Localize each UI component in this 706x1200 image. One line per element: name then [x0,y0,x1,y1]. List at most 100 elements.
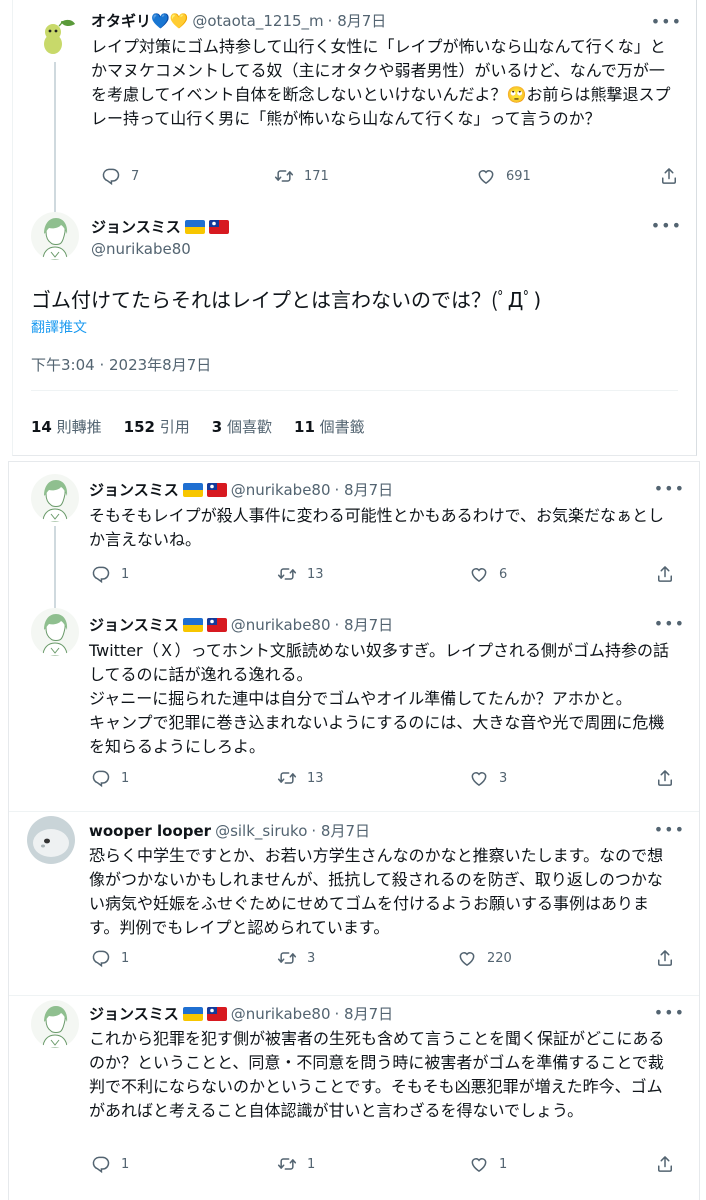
retweet-button[interactable]: 1 [277,1154,315,1174]
taiwan-flag-icon [207,483,227,497]
author-name[interactable]: ジョンスミス [89,479,179,500]
tweet-date[interactable]: · 8月7日 [311,820,370,841]
translate-link[interactable]: 翻譯推文 [31,317,87,337]
author-handle[interactable]: @nurikabe80 [231,1005,331,1023]
like-button[interactable]: 1 [469,1154,507,1174]
reply-button[interactable]: 7 [101,166,139,186]
reply-icon [91,564,111,584]
avatar[interactable] [31,212,79,260]
author-name[interactable]: ジョンスミス [91,216,181,237]
like-count: 220 [487,950,512,966]
reply-tweet[interactable]: ジョンスミス @nurikabe80 · 8月7日 ••• そもそもレイプが殺人… [9,462,699,608]
author-handle[interactable]: @silk_siruko [215,822,307,840]
more-icon[interactable]: ••• [651,216,682,235]
heart-icon [469,564,489,584]
like-count: 1 [499,1156,508,1172]
retweet-count: 1 [307,1156,316,1172]
more-icon[interactable]: ••• [654,1003,685,1022]
taiwan-flag-icon [207,618,227,632]
stat-label: 則轉推 [56,418,102,436]
tweet-timestamp[interactable]: 下午3:04 · 2023年8月7日 [31,354,211,375]
reply-button[interactable]: 1 [91,768,129,788]
stat-retweets[interactable]: 14 則轉推 [31,416,102,437]
reply-button[interactable]: 1 [91,948,129,968]
share-button[interactable] [655,1154,675,1174]
retweet-count: 171 [304,168,329,184]
avatar[interactable] [27,816,75,864]
author-name[interactable]: wooper looper [89,822,211,840]
stat-count: 3 [211,418,223,436]
like-button[interactable]: 691 [476,166,531,186]
author-name[interactable]: ジョンスミス [89,1003,179,1024]
replies-panel: ジョンスミス @nurikabe80 · 8月7日 ••• そもそもレイプが殺人… [8,461,700,1200]
share-button[interactable] [659,166,679,186]
reply-tweet[interactable]: ジョンスミス @nurikabe80 · 8月7日 ••• これから犯罪を犯す側… [9,996,699,1200]
tweet-stats: 14 則轉推 152 引用 3 個喜歡 11 個書籤 [31,416,365,437]
author-name[interactable]: オタギリ💙💛 [91,10,188,31]
author-name[interactable]: ジョンスミス [89,614,179,635]
tweet-header: wooper looper @silk_siruko · 8月7日 [89,820,370,841]
tweet-text: レイプ対策にゴム持参して山行く女性に「レイプが怖いなら山なんて行くな」とかマヌケ… [91,37,671,128]
like-button[interactable]: 3 [469,768,507,788]
retweet-icon [277,564,297,584]
like-button[interactable]: 6 [469,564,507,584]
reply-icon [91,768,111,788]
share-icon [655,768,675,788]
reply-button[interactable]: 1 [91,1154,129,1174]
tweet-otagiri[interactable]: オタギリ💙💛 @otaota_1215_m · 8月7日 ••• レイプ対策にゴ… [13,0,696,212]
retweet-button[interactable]: 13 [277,564,324,584]
reply-count: 1 [121,950,130,966]
share-button[interactable] [655,948,675,968]
avatar[interactable] [31,10,79,58]
like-button[interactable]: 220 [457,948,512,968]
stat-bookmarks[interactable]: 11 個書籤 [294,416,365,437]
author-handle[interactable]: @nurikabe80 [91,240,191,258]
avatar[interactable] [31,1000,79,1048]
tweet-text: 恐らく中学生ですとか、お若い方学生さんなのかなと推察いたします。なので想像がつか… [89,846,664,937]
tweet-actions: 1 13 3 [89,768,679,792]
tweet-date[interactable]: · 8月7日 [335,614,394,635]
more-icon[interactable]: ••• [654,479,685,498]
like-count: 3 [499,770,508,786]
share-button[interactable] [655,564,675,584]
more-icon[interactable]: ••• [654,820,685,839]
share-icon [655,1154,675,1174]
heart-icon [476,166,496,186]
tweet-header: ジョンスミス @nurikabe80 · 8月7日 [89,1003,393,1024]
author-handle[interactable]: @nurikabe80 [231,481,331,499]
thread-line [54,62,56,212]
author-handle[interactable]: @otaota_1215_m [192,12,323,30]
share-icon [655,948,675,968]
share-icon [659,166,679,186]
author-handle[interactable]: @nurikabe80 [231,616,331,634]
retweet-button[interactable]: 3 [277,948,315,968]
tweet-date[interactable]: · 8月7日 [328,10,387,31]
share-button[interactable] [655,768,675,788]
stat-likes[interactable]: 3 個喜歡 [212,416,272,437]
more-icon[interactable]: ••• [651,12,682,31]
tweet-header: オタギリ💙💛 @otaota_1215_m · 8月7日 [91,10,386,31]
retweet-button[interactable]: 171 [274,166,329,186]
retweet-icon [277,1154,297,1174]
taiwan-flag-icon [209,220,229,234]
more-icon[interactable]: ••• [654,614,685,633]
tweet-date[interactable]: · 8月7日 [335,1003,394,1024]
retweet-count: 3 [307,950,316,966]
reply-button[interactable]: 1 [91,564,129,584]
tweet-main: ジョンスミス @nurikabe80 ••• ゴム付けてたらそれはレイプとは言わ… [13,200,696,455]
tweet-text: そもそもレイプが殺人事件に変わる可能性とかもあるわけで、お気楽だなぁとしか言えな… [89,506,665,549]
reply-count: 7 [131,168,140,184]
avatar[interactable] [31,474,79,522]
author-name-row: ジョンスミス [91,216,229,237]
ukraine-flag-icon [183,483,203,497]
ukraine-flag-icon [183,618,203,632]
retweet-button[interactable]: 13 [277,768,324,788]
stat-quotes[interactable]: 152 引用 [124,416,190,437]
stat-label: 引用 [159,418,190,436]
reply-tweet[interactable]: ジョンスミス @nurikabe80 · 8月7日 ••• Twitter（Ｘ）… [9,596,699,812]
tweet-date[interactable]: · 8月7日 [335,479,394,500]
avatar[interactable] [31,608,79,656]
reply-tweet[interactable]: wooper looper @silk_siruko · 8月7日 ••• 恐ら… [9,812,699,996]
tweet-text: これから犯罪を犯す側が被害者の生死も含めて言うことを聞く保証がどこにあるのか？と… [89,1029,665,1120]
tweet-header: ジョンスミス @nurikabe80 · 8月7日 [89,479,393,500]
